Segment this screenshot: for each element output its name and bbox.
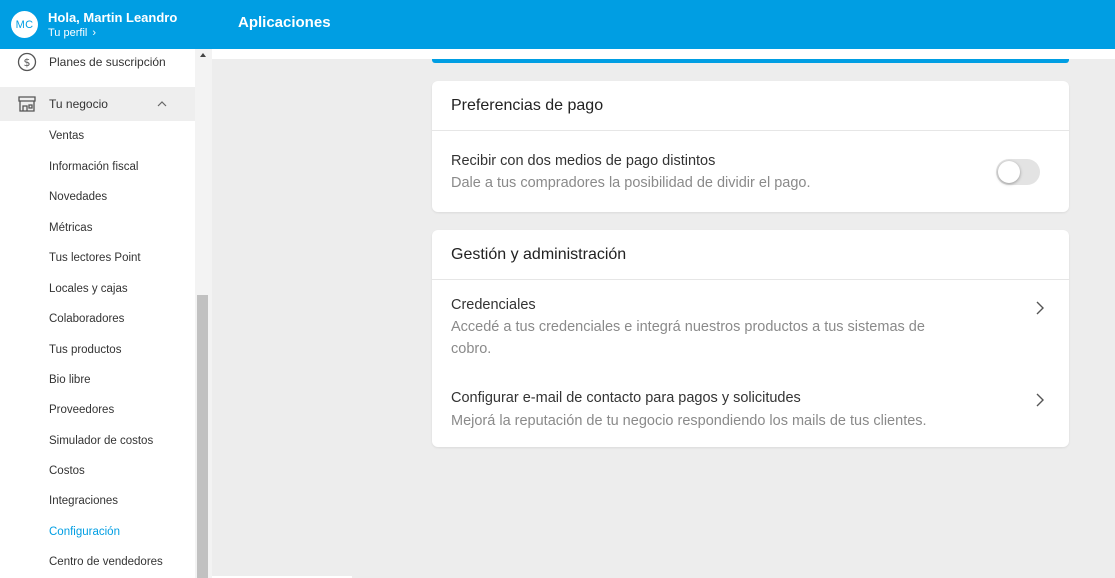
chevron-right-icon: › xyxy=(92,26,96,39)
sidebar-subitem-point-readers[interactable]: Tus lectores Point xyxy=(49,250,141,266)
contact-email-title: Configurar e-mail de contacto para pagos… xyxy=(451,390,801,406)
chevron-right-icon[interactable] xyxy=(1033,301,1047,315)
profile-link-label: Tu perfil xyxy=(48,26,88,39)
sidebar-subitem-products[interactable]: Tus productos xyxy=(49,342,121,358)
split-payment-description: Dale a tus compradores la posibilidad de… xyxy=(451,175,811,191)
sidebar-scrollbar[interactable] xyxy=(195,49,212,578)
toggle-knob xyxy=(998,161,1020,183)
chevron-up-icon[interactable] xyxy=(157,99,167,109)
page-title: Aplicaciones xyxy=(238,14,331,31)
profile-link[interactable]: Tu perfil › xyxy=(48,26,177,40)
profile-menu[interactable]: MC Hola, Martin Leandro Tu perfil › xyxy=(0,0,212,49)
sidebar-subitem-settings[interactable]: Configuración xyxy=(49,524,120,540)
split-payment-toggle[interactable] xyxy=(996,159,1040,185)
svg-text:$: $ xyxy=(24,56,31,69)
credentials-description-line1: Accedé a tus credenciales e integrá nues… xyxy=(451,319,925,335)
sidebar-item-business[interactable]: Tu negocio xyxy=(0,87,195,121)
dollar-circle-icon: $ xyxy=(17,52,37,72)
sidebar-subitem-bio[interactable]: Bio libre xyxy=(49,372,91,388)
greeting: Hola, Martin Leandro xyxy=(48,9,178,25)
card-title: Gestión y administración xyxy=(432,230,1069,280)
sidebar-subitem-collaborators[interactable]: Colaboradores xyxy=(49,311,124,327)
sidebar-subitem-integrations[interactable]: Integraciones xyxy=(49,493,118,509)
previous-card-edge xyxy=(432,59,1069,63)
store-icon xyxy=(17,94,37,114)
scroll-up-arrow-icon[interactable] xyxy=(200,53,206,57)
contact-email-description: Mejorá la reputación de tu negocio respo… xyxy=(451,413,927,429)
sidebar-item-label: Tu negocio xyxy=(49,97,108,111)
payment-preferences-card: Preferencias de pago Recibir con dos med… xyxy=(432,81,1069,212)
sidebar-subitem-sales[interactable]: Ventas xyxy=(49,128,84,144)
scrollbar-thumb[interactable] xyxy=(197,295,208,578)
sidebar-subitem-costs[interactable]: Costos xyxy=(49,463,85,479)
sidebar-item-label: Planes de suscripción xyxy=(49,55,166,69)
sidebar-item-subscription-plans[interactable]: $ Planes de suscripción xyxy=(0,49,195,75)
management-card: Gestión y administración Credenciales Ac… xyxy=(432,230,1069,447)
profile-text: Hola, Martin Leandro Tu perfil › xyxy=(48,10,177,40)
content-top-strip xyxy=(212,49,1115,59)
sidebar-subitem-stores[interactable]: Locales y cajas xyxy=(49,281,128,297)
sidebar-subitem-suppliers[interactable]: Proveedores xyxy=(49,402,114,418)
card-title: Preferencias de pago xyxy=(432,81,1069,131)
credentials-title: Credenciales xyxy=(451,297,536,313)
avatar: MC xyxy=(11,11,38,38)
top-header: MC Hola, Martin Leandro Tu perfil › Apli… xyxy=(0,0,1115,49)
sidebar-subitem-cost-simulator[interactable]: Simulador de costos xyxy=(49,433,153,449)
chevron-right-icon[interactable] xyxy=(1033,393,1047,407)
sidebar: $ Planes de suscripción Tu negocio Venta… xyxy=(0,49,212,578)
split-payment-title: Recibir con dos medios de pago distintos xyxy=(451,153,716,169)
sidebar-subitem-tax-info[interactable]: Información fiscal xyxy=(49,159,138,175)
sidebar-subitem-metrics[interactable]: Métricas xyxy=(49,220,92,236)
credentials-description-line2: cobro. xyxy=(451,341,492,357)
sidebar-subitem-seller-center[interactable]: Centro de vendedores xyxy=(49,554,163,570)
sidebar-subitem-news[interactable]: Novedades xyxy=(49,189,107,205)
